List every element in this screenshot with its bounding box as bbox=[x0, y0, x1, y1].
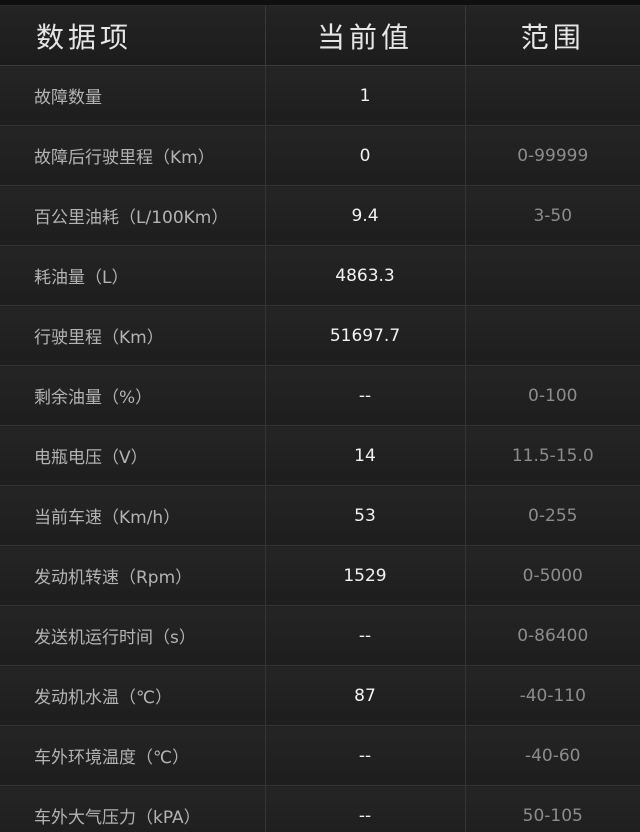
row-range: 0-100 bbox=[465, 365, 640, 426]
row-name: 车外环境温度（℃） bbox=[0, 725, 266, 786]
table-row[interactable]: 故障数量 1 bbox=[0, 65, 640, 126]
row-range: 11.5-15.0 bbox=[465, 425, 640, 486]
row-name: 车外大气压力（kPA） bbox=[0, 785, 266, 832]
vehicle-data-screen: 数据项 当前值 范围 故障数量 1 故障后行驶里程（Km） 0 0-99999 百公里油耗… bbox=[0, 0, 640, 832]
row-range bbox=[465, 245, 640, 306]
table-row[interactable]: 车外大气压力（kPA） -- 50-105 bbox=[0, 785, 640, 832]
row-current-value: 9.4 bbox=[265, 185, 466, 246]
table-row[interactable]: 车外环境温度（℃） -- -40-60 bbox=[0, 725, 640, 786]
row-current-value: -- bbox=[265, 365, 466, 426]
table-row[interactable]: 当前车速（Km/h） 53 0-255 bbox=[0, 485, 640, 546]
row-range: 0-5000 bbox=[465, 545, 640, 606]
vehicle-data-table: 数据项 当前值 范围 故障数量 1 故障后行驶里程（Km） 0 0-99999 百公里油耗… bbox=[0, 6, 640, 832]
table-row[interactable]: 发动机水温（℃） 87 -40-110 bbox=[0, 665, 640, 726]
row-range: 0-255 bbox=[465, 485, 640, 546]
row-name: 剩余油量（%） bbox=[0, 365, 266, 426]
table-row[interactable]: 百公里油耗（L/100Km） 9.4 3-50 bbox=[0, 185, 640, 246]
row-name: 百公里油耗（L/100Km） bbox=[0, 185, 266, 246]
row-current-value: 1529 bbox=[265, 545, 466, 606]
row-range: 0-99999 bbox=[465, 125, 640, 186]
row-current-value: 0 bbox=[265, 125, 466, 186]
row-range: 3-50 bbox=[465, 185, 640, 246]
table-row[interactable]: 故障后行驶里程（Km） 0 0-99999 bbox=[0, 125, 640, 186]
table-body: 故障数量 1 故障后行驶里程（Km） 0 0-99999 百公里油耗（L/100Km） 9.… bbox=[0, 65, 640, 832]
table-row[interactable]: 电瓶电压（V） 14 11.5-15.0 bbox=[0, 425, 640, 486]
row-name: 电瓶电压（V） bbox=[0, 425, 266, 486]
row-current-value: 4863.3 bbox=[265, 245, 466, 306]
row-name: 故障数量 bbox=[0, 65, 266, 126]
row-name: 行驶里程（Km） bbox=[0, 305, 266, 366]
row-name: 发动机水温（℃） bbox=[0, 665, 266, 726]
row-current-value: -- bbox=[265, 785, 466, 832]
row-name: 耗油量（L） bbox=[0, 245, 266, 306]
row-range bbox=[465, 65, 640, 126]
table-row[interactable]: 剩余油量（%） -- 0-100 bbox=[0, 365, 640, 426]
row-current-value: 1 bbox=[265, 65, 466, 126]
row-range: 50-105 bbox=[465, 785, 640, 832]
header-range: 范围 bbox=[465, 6, 640, 66]
row-range: -40-110 bbox=[465, 665, 640, 726]
table-row[interactable]: 行驶里程（Km） 51697.7 bbox=[0, 305, 640, 366]
table-row[interactable]: 发送机运行时间（s） -- 0-86400 bbox=[0, 605, 640, 666]
row-range: -40-60 bbox=[465, 725, 640, 786]
header-current-value: 当前值 bbox=[265, 6, 466, 66]
table-row[interactable]: 耗油量（L） 4863.3 bbox=[0, 245, 640, 306]
row-current-value: -- bbox=[265, 725, 466, 786]
row-range: 0-86400 bbox=[465, 605, 640, 666]
row-current-value: 87 bbox=[265, 665, 466, 726]
row-name: 当前车速（Km/h） bbox=[0, 485, 266, 546]
row-name: 故障后行驶里程（Km） bbox=[0, 125, 266, 186]
row-range bbox=[465, 305, 640, 366]
row-current-value: 51697.7 bbox=[265, 305, 466, 366]
table-header-row: 数据项 当前值 范围 bbox=[0, 6, 640, 66]
header-data-item: 数据项 bbox=[0, 6, 266, 66]
table-row[interactable]: 发动机转速（Rpm） 1529 0-5000 bbox=[0, 545, 640, 606]
row-current-value: 14 bbox=[265, 425, 466, 486]
row-name: 发送机运行时间（s） bbox=[0, 605, 266, 666]
row-current-value: 53 bbox=[265, 485, 466, 546]
row-name: 发动机转速（Rpm） bbox=[0, 545, 266, 606]
row-current-value: -- bbox=[265, 605, 466, 666]
